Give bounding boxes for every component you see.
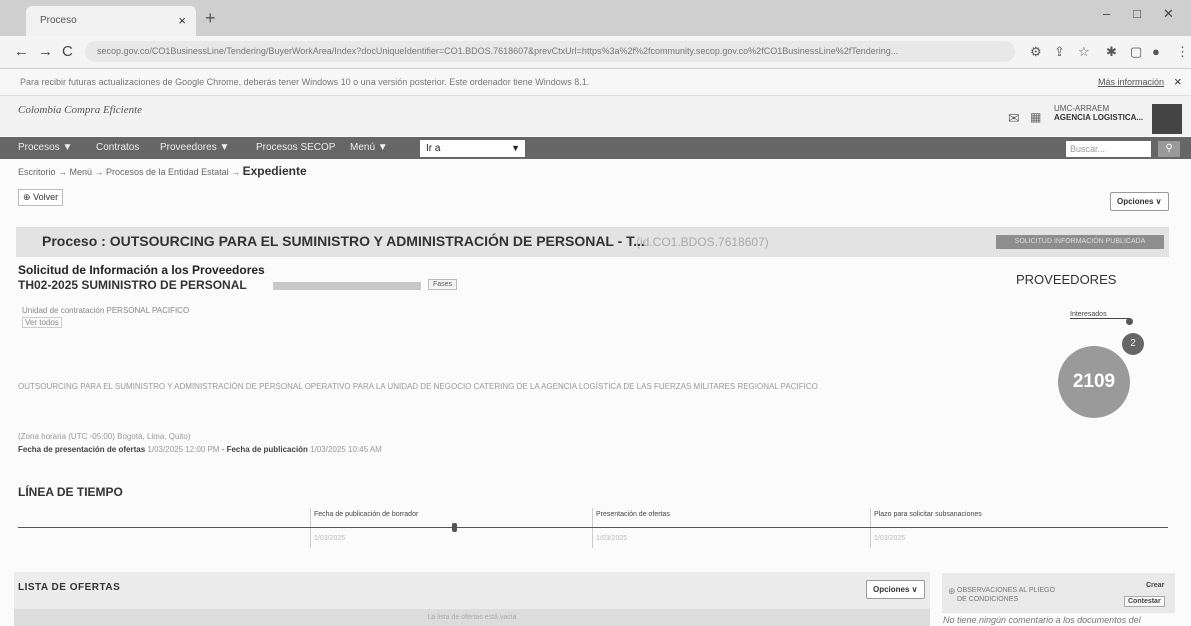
timeline-title: LÍNEA DE TIEMPO xyxy=(18,485,123,499)
back-arrow-icon[interactable]: ← xyxy=(14,43,29,60)
new-tab-icon[interactable]: + xyxy=(205,8,216,29)
nav-procesos[interactable]: Procesos ▼ xyxy=(18,142,72,153)
nav-procesos-secop[interactable]: Procesos SECOP xyxy=(256,142,335,153)
avatar[interactable] xyxy=(1152,104,1182,134)
top-options-button[interactable]: Opciones ∨ xyxy=(1110,192,1169,211)
menu-dots-icon[interactable]: ⋮ xyxy=(1176,44,1189,60)
timeline-item-date: 1/03/2025 xyxy=(874,535,906,542)
bookmark-star-icon[interactable]: ☆ xyxy=(1078,44,1090,60)
search-input[interactable]: Buscar... xyxy=(1066,141,1151,157)
publication-date-label: Fecha de publicación xyxy=(226,445,308,454)
info-message: Para recibir futuras actualizaciones de … xyxy=(20,77,590,87)
providers-badge[interactable]: 2 xyxy=(1122,333,1144,355)
offers-date-value: 1/03/2025 12:00 PM xyxy=(147,445,220,454)
extensions-puzzle-icon[interactable]: ✱ xyxy=(1106,44,1117,60)
timeline-item-label: Presentación de ofertas xyxy=(596,511,670,518)
close-window-icon[interactable]: ✕ xyxy=(1163,6,1174,22)
offers-title: LISTA DE OFERTAS xyxy=(18,582,121,593)
timeline-item-date: 1/03/2025 xyxy=(596,535,628,542)
infobar-close-icon[interactable]: × xyxy=(1174,69,1182,95)
timeline-divider xyxy=(592,508,593,548)
timeline-item-label: Fecha de publicación de borrador xyxy=(314,511,419,518)
observations-icon: ⊕ xyxy=(948,586,956,596)
reply-button[interactable]: Contestar xyxy=(1124,596,1165,607)
request-heading: Solicitud de Información a los Proveedor… xyxy=(18,263,265,277)
user-name: UMC-ARRAEM xyxy=(1054,104,1110,113)
timezone-note: (Zona horaria (UTC -05:00) Bogotá, Lima,… xyxy=(18,432,191,441)
create-button[interactable]: Crear xyxy=(1146,582,1164,589)
offers-date-label: Fecha de presentación de ofertas xyxy=(18,445,146,454)
search-icon[interactable]: ⚲ xyxy=(1158,141,1180,157)
forward-arrow-icon[interactable]: → xyxy=(38,43,53,60)
calendar-icon[interactable]: ▦ xyxy=(1030,110,1041,124)
tab-title: Proceso xyxy=(40,15,77,26)
update-info-bar: Para recibir futuras actualizaciones de … xyxy=(0,69,1191,96)
observations-note: No tiene ningún comentario a los documen… xyxy=(943,615,1141,625)
providers-title: PROVEEDORES xyxy=(1016,272,1117,287)
see-all-button[interactable]: Ver todos xyxy=(22,317,62,328)
back-button[interactable]: ⊕ Volver xyxy=(18,189,64,206)
interested-link[interactable]: Interesados xyxy=(1070,311,1130,319)
address-bar-row: ← → C secop.gov.co/CO1BusinessLine/Tende… xyxy=(0,36,1191,69)
providers-count[interactable]: 2109 xyxy=(1058,346,1130,418)
profile-icon[interactable]: ● xyxy=(1152,44,1160,59)
more-info-link[interactable]: Más información xyxy=(1098,69,1164,95)
timeline-divider xyxy=(870,508,871,548)
back-button-label: Volver xyxy=(33,192,59,202)
process-id: (id.CO1.BDOS.7618607) xyxy=(636,235,769,249)
status-badge: SOLICITUD INFORMACIÓN PUBLICADA xyxy=(996,235,1164,249)
back-circle-icon: ⊕ xyxy=(23,192,31,202)
offers-options-button[interactable]: Opciones ∨ xyxy=(866,580,925,599)
phases-button[interactable]: Fases xyxy=(428,279,458,290)
reload-icon[interactable]: C xyxy=(62,43,73,60)
goto-select-value: Ir a xyxy=(426,143,441,154)
share-icon[interactable]: ⇪ xyxy=(1054,44,1065,60)
timeline-line xyxy=(18,527,1168,528)
maximize-icon[interactable]: □ xyxy=(1133,6,1141,21)
providers-dot xyxy=(1126,318,1133,325)
sidepanel-icon[interactable]: ▢ xyxy=(1130,44,1142,60)
goto-select[interactable]: Ir a ▼ xyxy=(420,140,525,157)
observations-title: OBSERVACIONES AL PLIEGO DE CONDICIONES xyxy=(957,587,1055,603)
timeline-current-marker xyxy=(452,523,457,532)
nav-contratos[interactable]: Contratos xyxy=(96,142,139,153)
user-org: AGENCIA LOGISTICA... xyxy=(1054,113,1144,122)
nav-menu[interactable]: Menú ▼ xyxy=(350,142,388,153)
nav-proveedores[interactable]: Proveedores ▼ xyxy=(160,142,229,153)
timeline-item-label: Plazo para solicitar subsanaciones xyxy=(874,511,982,518)
chevron-down-icon: ▼ xyxy=(511,143,520,153)
breadcrumb: Escritorio → Menú → Procesos de la Entid… xyxy=(18,164,307,178)
offers-empty-message: La lista de ofertas está vacía xyxy=(14,609,930,626)
tab-close-icon[interactable]: × xyxy=(178,13,186,28)
timeline-divider xyxy=(310,508,311,548)
browser-tab[interactable]: Proceso × xyxy=(26,6,196,36)
url-input[interactable]: secop.gov.co/CO1BusinessLine/Tendering/B… xyxy=(85,41,1015,62)
breadcrumb-current: Expediente xyxy=(242,164,307,178)
process-title: Proceso : OUTSOURCING PARA EL SUMINISTRO… xyxy=(42,233,645,249)
request-reference: TH02-2025 SUMINISTRO DE PERSONAL xyxy=(18,278,247,292)
site-logo[interactable]: Colombia Compra Eficiente xyxy=(18,104,142,116)
reference-redacted xyxy=(273,282,421,290)
dates-block: (Zona horaria (UTC -05:00) Bogotá, Lima,… xyxy=(18,432,382,454)
contracting-unit: Unidad de contratación PERSONAL PACIFICO xyxy=(22,306,190,315)
process-description: OUTSOURCING PARA EL SUMINISTRO Y ADMINIS… xyxy=(18,382,818,391)
user-block[interactable]: UMC-ARRAEM AGENCIA LOGISTICA... xyxy=(1054,104,1143,122)
breadcrumb-path[interactable]: Escritorio → Menú → Procesos de la Entid… xyxy=(18,167,240,177)
minimize-icon[interactable]: – xyxy=(1103,6,1110,21)
notifications-icon[interactable]: ✉ xyxy=(1008,110,1020,127)
timeline-item-date: 1/03/2025 xyxy=(314,535,346,542)
publication-date-value: 1/03/2025 10:45 AM xyxy=(310,445,382,454)
extension-icon[interactable]: ⚙ xyxy=(1030,44,1042,60)
